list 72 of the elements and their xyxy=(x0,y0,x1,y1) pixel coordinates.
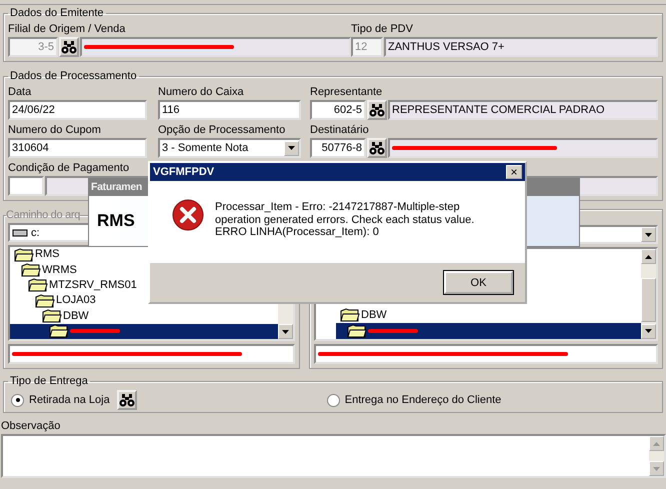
drive-icon xyxy=(12,228,28,238)
input-field[interactable]: 310604 xyxy=(8,138,147,158)
folder-icon xyxy=(42,309,62,323)
section-title: Caminho do arq xyxy=(6,209,80,221)
scrollbar-drawing[interactable] xyxy=(641,249,656,339)
radio-button[interactable] xyxy=(326,394,340,406)
section-title: Tipo de Entrega xyxy=(9,375,89,387)
binoculars-button[interactable] xyxy=(367,100,387,120)
field-label: Condição de Pagamento xyxy=(8,161,130,175)
tree-item[interactable]: DBW xyxy=(10,308,278,324)
text-area[interactable] xyxy=(1,434,666,478)
input-field[interactable]: 116 xyxy=(158,100,301,120)
folder-icon xyxy=(340,308,360,322)
up-arrow-icon xyxy=(645,254,652,259)
error-message: Processar_Item - Erro: -2147217887-Multiple-step operation generated errors. Check each status value. ERRO LINHA(Processar_Item): 0 xyxy=(215,201,476,238)
section-title: Dados do Emitente xyxy=(9,7,105,19)
binoculars-icon xyxy=(118,393,135,407)
input-field[interactable] xyxy=(8,176,44,196)
tree-item[interactable] xyxy=(10,324,278,339)
error-icon xyxy=(172,199,204,231)
code-field[interactable]: 50776-8 xyxy=(310,138,366,158)
field-label: Numero do Cupom xyxy=(8,123,101,137)
down-arrow-icon xyxy=(282,330,289,334)
folder-icon xyxy=(49,324,69,338)
tree-item[interactable]: WRMS xyxy=(10,262,278,278)
field-label: Filial de Origem / Venda xyxy=(8,22,126,36)
radio-option[interactable]: Entrega no Endereço do Cliente xyxy=(326,394,502,406)
field-label: Opção de Processamento xyxy=(158,123,286,137)
folder-icon xyxy=(21,263,41,278)
name-field[interactable]: REPRESENTANTE COMERCIAL PADRAO xyxy=(388,100,658,120)
tree-item[interactable]: MTZSRV_RMS01 xyxy=(10,278,278,294)
section-title: Dados de Processamento xyxy=(9,70,138,82)
field-label: Numero do Caixa xyxy=(158,85,244,99)
dropdown[interactable]: 3 - Somente Nota xyxy=(158,138,301,158)
binoculars-icon xyxy=(61,40,77,54)
down-arrow-icon xyxy=(645,329,652,334)
tree-item[interactable] xyxy=(336,323,641,339)
binoculars-button[interactable] xyxy=(116,390,137,410)
date-field[interactable]: 24/06/22 xyxy=(8,100,147,120)
folder-icon xyxy=(14,248,34,262)
down-arrow-icon xyxy=(288,146,295,150)
radio-button[interactable] xyxy=(11,394,24,406)
name-field[interactable]: ZANTHUS VERSAO 7+ xyxy=(384,37,658,57)
ok-button[interactable]: OK xyxy=(444,271,513,294)
field-label: Representante xyxy=(310,85,382,99)
tree-item[interactable]: RMS xyxy=(10,247,278,262)
path-field[interactable] xyxy=(314,344,658,364)
field-label: Observação xyxy=(1,419,62,433)
name-field[interactable] xyxy=(388,138,658,158)
binoculars-button[interactable] xyxy=(59,37,79,57)
scrollbar-drawing[interactable] xyxy=(649,436,664,476)
down-arrow-icon xyxy=(653,466,660,470)
field-label: Tipo de PDV xyxy=(351,22,413,36)
window-title: VGFMFPDV xyxy=(153,166,214,178)
code-field[interactable]: 602-5 xyxy=(310,100,366,120)
binoculars-button[interactable] xyxy=(367,138,387,158)
folder-icon xyxy=(35,294,55,308)
binoculars-icon xyxy=(369,141,385,155)
field-label: Destinatário xyxy=(310,123,369,137)
binoculars-icon xyxy=(369,103,385,117)
up-arrow-icon xyxy=(653,442,660,446)
field-label: Data xyxy=(8,85,32,99)
folder-icon xyxy=(28,278,48,292)
path-field[interactable] xyxy=(8,344,295,364)
folder-icon xyxy=(347,324,367,338)
logo: RMS xyxy=(97,211,135,231)
tree-item[interactable]: LOJA03 xyxy=(10,293,278,308)
close-button[interactable]: × xyxy=(506,165,522,179)
down-arrow-icon xyxy=(645,232,652,237)
name-field[interactable] xyxy=(80,37,351,57)
radio-option[interactable]: Retirada na Loja xyxy=(11,394,110,406)
tree-item[interactable]: DBW xyxy=(336,308,641,324)
